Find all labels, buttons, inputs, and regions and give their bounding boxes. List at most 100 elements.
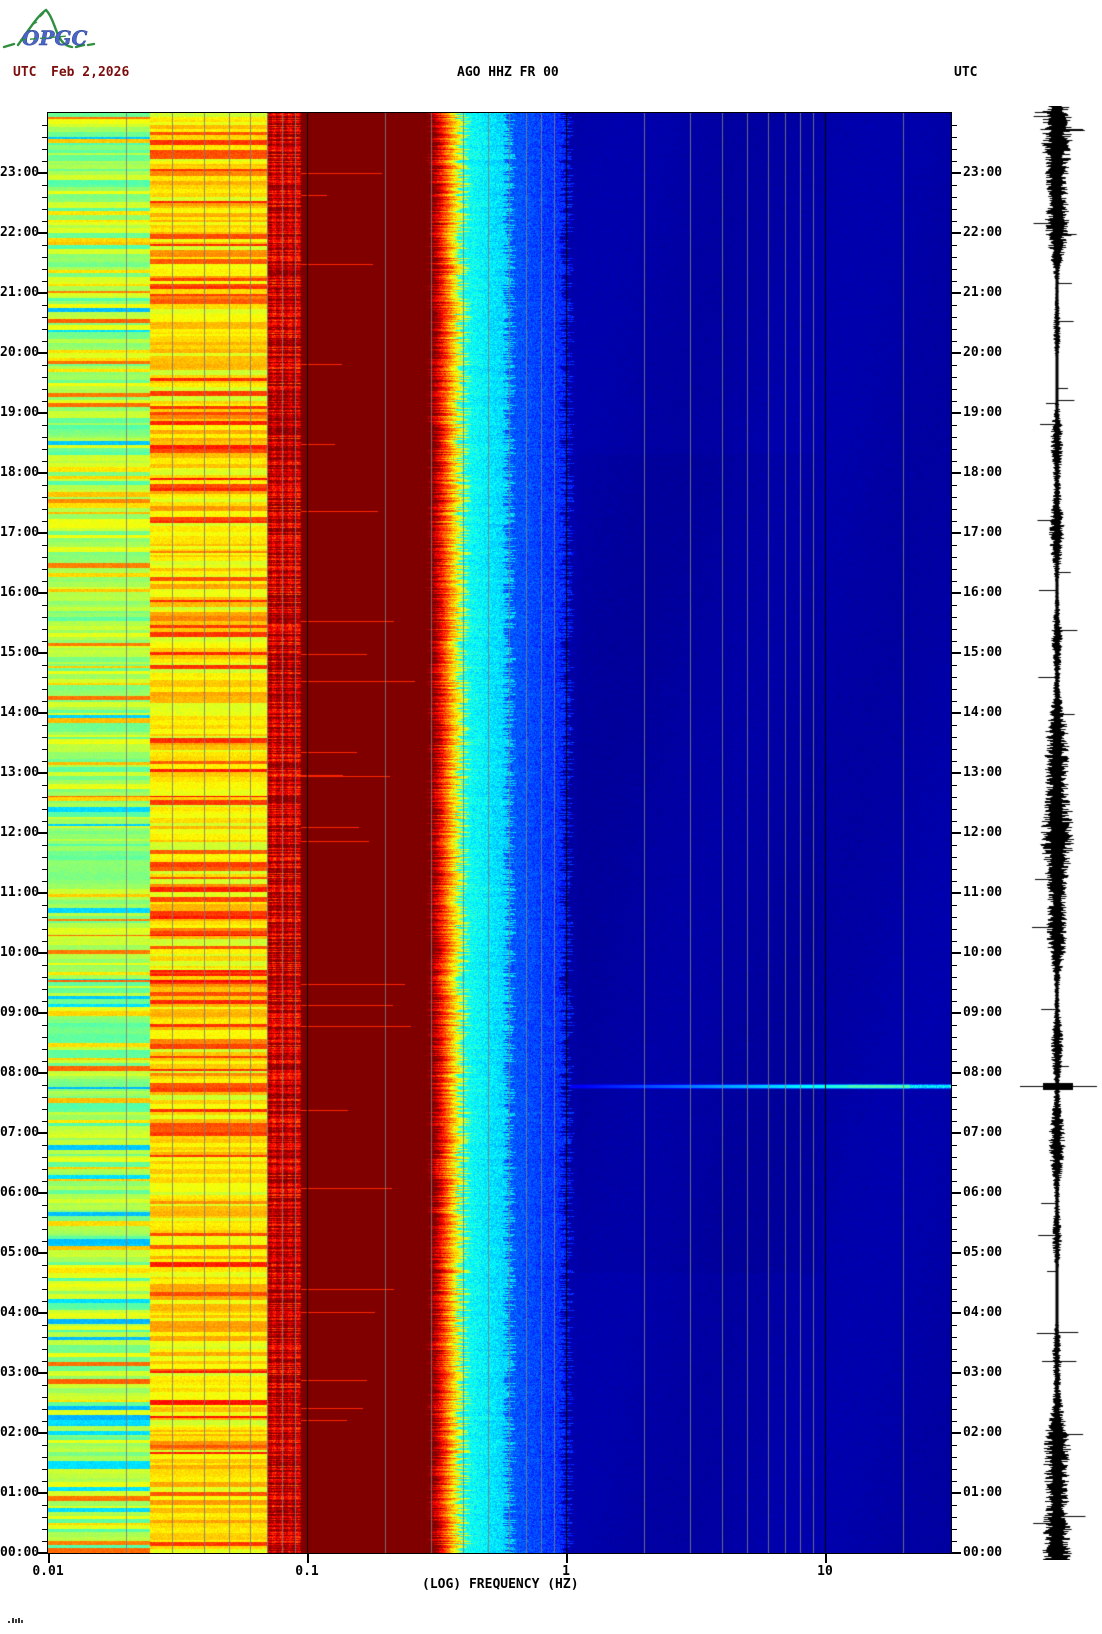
hour-tick-right-minor bbox=[951, 437, 957, 438]
hour-tick-left-minor bbox=[42, 1529, 48, 1530]
hour-label-right: 04:00 bbox=[963, 1305, 1003, 1320]
hour-tick-left-minor bbox=[42, 1505, 48, 1506]
hour-tick-right-minor bbox=[951, 485, 957, 486]
hour-tick-right-major bbox=[951, 772, 961, 774]
corner-artifact bbox=[8, 1618, 23, 1623]
hour-tick-right-minor bbox=[951, 245, 957, 246]
hour-tick-right-minor bbox=[951, 929, 957, 930]
hour-label-left: 10:00 bbox=[0, 945, 40, 960]
hour-tick-right-minor bbox=[951, 1301, 957, 1302]
hour-label-left: 04:00 bbox=[0, 1305, 40, 1320]
hour-tick-right-minor bbox=[951, 845, 957, 846]
hour-label-left: 20:00 bbox=[0, 345, 40, 360]
seismogram-trace-canvas bbox=[998, 106, 1102, 1560]
hour-tick-left-minor bbox=[42, 1541, 48, 1542]
hour-tick-left-minor bbox=[42, 1481, 48, 1482]
hour-tick-right-major bbox=[951, 592, 961, 594]
hour-tick-right-minor bbox=[951, 461, 957, 462]
hour-tick-left-major bbox=[38, 892, 48, 894]
hour-label-left: 14:00 bbox=[0, 705, 40, 720]
hour-tick-left-minor bbox=[42, 905, 48, 906]
hour-label-left: 18:00 bbox=[0, 465, 40, 480]
hour-tick-right-minor bbox=[951, 785, 957, 786]
hour-tick-left-minor bbox=[42, 1457, 48, 1458]
hour-tick-right-minor bbox=[951, 185, 957, 186]
hour-tick-left-minor bbox=[42, 569, 48, 570]
hour-tick-right-minor bbox=[951, 161, 957, 162]
freq-tick bbox=[566, 1554, 568, 1563]
hour-label-left: 23:00 bbox=[0, 165, 40, 180]
hour-tick-left-minor bbox=[42, 845, 48, 846]
hour-tick-right-minor bbox=[951, 1361, 957, 1362]
hour-tick-right-minor bbox=[951, 1445, 957, 1446]
hour-tick-right-minor bbox=[951, 821, 957, 822]
hour-tick-left-minor bbox=[42, 689, 48, 690]
hour-label-right: 10:00 bbox=[963, 945, 1003, 960]
hour-tick-left-minor bbox=[42, 881, 48, 882]
hour-tick-left-major bbox=[38, 352, 48, 354]
hour-tick-left-major bbox=[38, 1372, 48, 1374]
hour-tick-left-minor bbox=[42, 581, 48, 582]
hour-tick-right-minor bbox=[951, 1541, 957, 1542]
hour-tick-left-minor bbox=[42, 857, 48, 858]
hour-tick-left-minor bbox=[42, 1277, 48, 1278]
hour-label-left: 06:00 bbox=[0, 1185, 40, 1200]
hour-tick-right-minor bbox=[951, 1097, 957, 1098]
hour-tick-left-minor bbox=[42, 137, 48, 138]
hour-tick-right-minor bbox=[951, 557, 957, 558]
hour-label-left: 15:00 bbox=[0, 645, 40, 660]
hour-tick-right-minor bbox=[951, 1121, 957, 1122]
hour-label-left: 17:00 bbox=[0, 525, 40, 540]
hour-tick-left-minor bbox=[42, 1037, 48, 1038]
hour-tick-left-minor bbox=[42, 749, 48, 750]
hour-tick-left-minor bbox=[42, 725, 48, 726]
hour-tick-right-major bbox=[951, 232, 961, 234]
hour-tick-left-minor bbox=[42, 989, 48, 990]
hour-tick-right-major bbox=[951, 1432, 961, 1434]
hour-label-right: 23:00 bbox=[963, 165, 1003, 180]
hour-tick-right-major bbox=[951, 1012, 961, 1014]
hour-tick-left-minor bbox=[42, 1025, 48, 1026]
hour-tick-left-major bbox=[38, 1432, 48, 1434]
hour-tick-right-minor bbox=[951, 1421, 957, 1422]
hour-label-right: 17:00 bbox=[963, 525, 1003, 540]
hour-tick-left-minor bbox=[42, 1349, 48, 1350]
hour-tick-right-minor bbox=[951, 1457, 957, 1458]
hour-tick-right-minor bbox=[951, 1001, 957, 1002]
hour-tick-left-minor bbox=[42, 365, 48, 366]
hour-tick-left-major bbox=[38, 1192, 48, 1194]
hour-tick-right-minor bbox=[951, 941, 957, 942]
hour-tick-right-minor bbox=[951, 1325, 957, 1326]
hour-tick-left-minor bbox=[42, 701, 48, 702]
hour-label-left: 02:00 bbox=[0, 1425, 40, 1440]
hour-tick-left-minor bbox=[42, 305, 48, 306]
hour-tick-left-minor bbox=[42, 1157, 48, 1158]
hour-tick-left-minor bbox=[42, 245, 48, 246]
hour-tick-right-minor bbox=[951, 689, 957, 690]
hour-tick-right-minor bbox=[951, 569, 957, 570]
hour-label-right: 21:00 bbox=[963, 285, 1003, 300]
hour-tick-right-minor bbox=[951, 365, 957, 366]
hour-tick-left-minor bbox=[42, 1217, 48, 1218]
freq-tick bbox=[825, 1554, 827, 1563]
hour-tick-left-major bbox=[38, 472, 48, 474]
hour-label-left: 22:00 bbox=[0, 225, 40, 240]
hour-tick-right-minor bbox=[951, 317, 957, 318]
hour-tick-right-minor bbox=[951, 1349, 957, 1350]
hour-tick-left-major bbox=[38, 1012, 48, 1014]
hour-tick-right-minor bbox=[951, 1157, 957, 1158]
hour-label-right: 03:00 bbox=[963, 1365, 1003, 1380]
hour-tick-right-minor bbox=[951, 977, 957, 978]
hour-tick-right-minor bbox=[951, 1109, 957, 1110]
hour-label-left: 05:00 bbox=[0, 1245, 40, 1260]
hour-label-right: 05:00 bbox=[963, 1245, 1003, 1260]
hour-tick-left-minor bbox=[42, 401, 48, 402]
hour-tick-left-minor bbox=[42, 257, 48, 258]
hour-tick-right-minor bbox=[951, 257, 957, 258]
hour-tick-right-minor bbox=[951, 197, 957, 198]
hour-label-right: 06:00 bbox=[963, 1185, 1003, 1200]
hour-tick-left-major bbox=[38, 592, 48, 594]
hour-label-right: 02:00 bbox=[963, 1425, 1003, 1440]
hour-tick-right-minor bbox=[951, 965, 957, 966]
hour-tick-left-major bbox=[38, 1552, 48, 1554]
